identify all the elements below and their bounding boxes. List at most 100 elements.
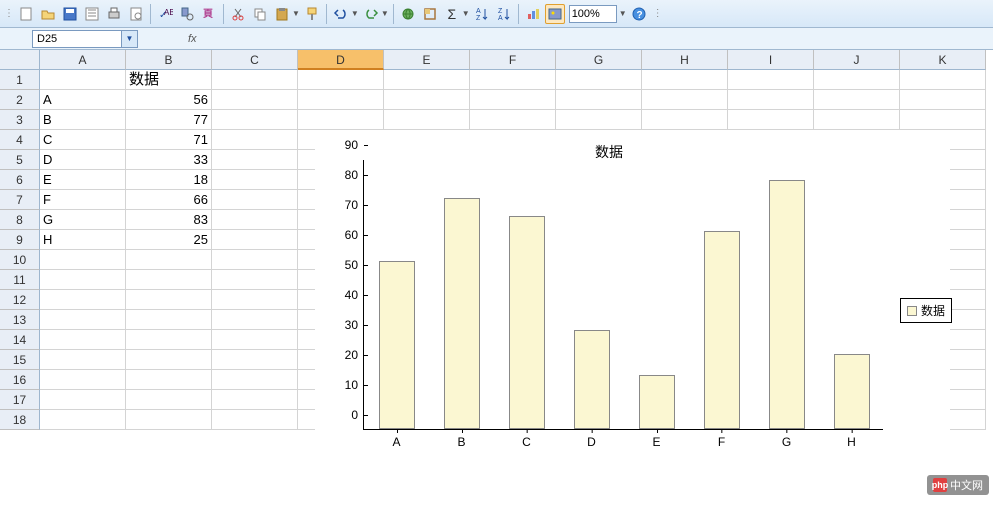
cell-C14[interactable] bbox=[212, 330, 298, 350]
thesaurus-icon[interactable]: 頁 bbox=[199, 4, 219, 24]
embedded-chart[interactable]: 数据 0102030405060708090ABCDEFGH 数据 bbox=[315, 130, 950, 440]
row-header-11[interactable]: 11 bbox=[0, 270, 40, 290]
cell-E2[interactable] bbox=[384, 90, 470, 110]
column-header-J[interactable]: J bbox=[814, 50, 900, 70]
row-header-4[interactable]: 4 bbox=[0, 130, 40, 150]
cell-J2[interactable] bbox=[814, 90, 900, 110]
bar-H[interactable] bbox=[834, 354, 870, 429]
cell-K1[interactable] bbox=[900, 70, 986, 90]
cell-A12[interactable] bbox=[40, 290, 126, 310]
redo-dropdown-icon[interactable]: ▼ bbox=[381, 9, 389, 18]
cell-A8[interactable]: G bbox=[40, 210, 126, 230]
research-icon[interactable] bbox=[177, 4, 197, 24]
autosum-icon[interactable]: Σ bbox=[442, 4, 462, 24]
bar-G[interactable] bbox=[769, 180, 805, 429]
redo-icon[interactable] bbox=[361, 4, 381, 24]
column-header-G[interactable]: G bbox=[556, 50, 642, 70]
chart-icon[interactable] bbox=[523, 4, 543, 24]
cell-B7[interactable]: 66 bbox=[126, 190, 212, 210]
row-header-8[interactable]: 8 bbox=[0, 210, 40, 230]
name-box-dropdown-icon[interactable]: ▼ bbox=[122, 30, 138, 48]
sort-asc-icon[interactable]: AZ bbox=[472, 4, 492, 24]
border-icon[interactable] bbox=[420, 4, 440, 24]
row-header-2[interactable]: 2 bbox=[0, 90, 40, 110]
cell-H3[interactable] bbox=[642, 110, 728, 130]
preview-icon[interactable] bbox=[126, 4, 146, 24]
bar-F[interactable] bbox=[704, 231, 740, 429]
cell-C11[interactable] bbox=[212, 270, 298, 290]
cell-D2[interactable] bbox=[298, 90, 384, 110]
row-header-3[interactable]: 3 bbox=[0, 110, 40, 130]
cell-F1[interactable] bbox=[470, 70, 556, 90]
cell-J1[interactable] bbox=[814, 70, 900, 90]
cell-J3[interactable] bbox=[814, 110, 900, 130]
cell-A18[interactable] bbox=[40, 410, 126, 430]
cell-C5[interactable] bbox=[212, 150, 298, 170]
cell-E3[interactable] bbox=[384, 110, 470, 130]
row-header-18[interactable]: 18 bbox=[0, 410, 40, 430]
cell-B14[interactable] bbox=[126, 330, 212, 350]
cell-E1[interactable] bbox=[384, 70, 470, 90]
fx-label[interactable]: fx bbox=[188, 33, 197, 45]
cell-D3[interactable] bbox=[298, 110, 384, 130]
row-header-1[interactable]: 1 bbox=[0, 70, 40, 90]
cell-A10[interactable] bbox=[40, 250, 126, 270]
cut-icon[interactable] bbox=[228, 4, 248, 24]
cell-I2[interactable] bbox=[728, 90, 814, 110]
cell-C7[interactable] bbox=[212, 190, 298, 210]
cell-B13[interactable] bbox=[126, 310, 212, 330]
print-icon[interactable] bbox=[104, 4, 124, 24]
cell-C17[interactable] bbox=[212, 390, 298, 410]
cell-A9[interactable]: H bbox=[40, 230, 126, 250]
cell-A14[interactable] bbox=[40, 330, 126, 350]
cell-K2[interactable] bbox=[900, 90, 986, 110]
cell-A16[interactable] bbox=[40, 370, 126, 390]
row-header-15[interactable]: 15 bbox=[0, 350, 40, 370]
column-header-A[interactable]: A bbox=[40, 50, 126, 70]
cell-A6[interactable]: E bbox=[40, 170, 126, 190]
toolbar-options-icon[interactable]: ⋮ bbox=[653, 8, 663, 19]
cell-A15[interactable] bbox=[40, 350, 126, 370]
row-header-5[interactable]: 5 bbox=[0, 150, 40, 170]
cell-B3[interactable]: 77 bbox=[126, 110, 212, 130]
open-icon[interactable] bbox=[38, 4, 58, 24]
cell-B10[interactable] bbox=[126, 250, 212, 270]
cell-H2[interactable] bbox=[642, 90, 728, 110]
copy-icon[interactable] bbox=[250, 4, 270, 24]
cell-C15[interactable] bbox=[212, 350, 298, 370]
cell-A1[interactable] bbox=[40, 70, 126, 90]
column-header-K[interactable]: K bbox=[900, 50, 986, 70]
undo-icon[interactable] bbox=[331, 4, 351, 24]
cell-K3[interactable] bbox=[900, 110, 986, 130]
column-header-F[interactable]: F bbox=[470, 50, 556, 70]
row-header-7[interactable]: 7 bbox=[0, 190, 40, 210]
cell-G3[interactable] bbox=[556, 110, 642, 130]
column-header-H[interactable]: H bbox=[642, 50, 728, 70]
cell-B5[interactable]: 33 bbox=[126, 150, 212, 170]
cell-C10[interactable] bbox=[212, 250, 298, 270]
cell-B18[interactable] bbox=[126, 410, 212, 430]
cell-C16[interactable] bbox=[212, 370, 298, 390]
cell-C6[interactable] bbox=[212, 170, 298, 190]
cell-C2[interactable] bbox=[212, 90, 298, 110]
cell-G2[interactable] bbox=[556, 90, 642, 110]
row-header-10[interactable]: 10 bbox=[0, 250, 40, 270]
cell-A4[interactable]: C bbox=[40, 130, 126, 150]
row-header-13[interactable]: 13 bbox=[0, 310, 40, 330]
cell-C12[interactable] bbox=[212, 290, 298, 310]
column-header-D[interactable]: D bbox=[298, 50, 384, 70]
cell-C8[interactable] bbox=[212, 210, 298, 230]
row-header-12[interactable]: 12 bbox=[0, 290, 40, 310]
bar-D[interactable] bbox=[574, 330, 610, 429]
cell-C18[interactable] bbox=[212, 410, 298, 430]
cell-G1[interactable] bbox=[556, 70, 642, 90]
undo-dropdown-icon[interactable]: ▼ bbox=[351, 9, 359, 18]
cell-B1[interactable]: 数据 bbox=[126, 70, 212, 90]
cell-C9[interactable] bbox=[212, 230, 298, 250]
column-header-I[interactable]: I bbox=[728, 50, 814, 70]
cell-A3[interactable]: B bbox=[40, 110, 126, 130]
row-header-9[interactable]: 9 bbox=[0, 230, 40, 250]
cell-C13[interactable] bbox=[212, 310, 298, 330]
bar-C[interactable] bbox=[509, 216, 545, 429]
sort-desc-icon[interactable]: ZA bbox=[494, 4, 514, 24]
